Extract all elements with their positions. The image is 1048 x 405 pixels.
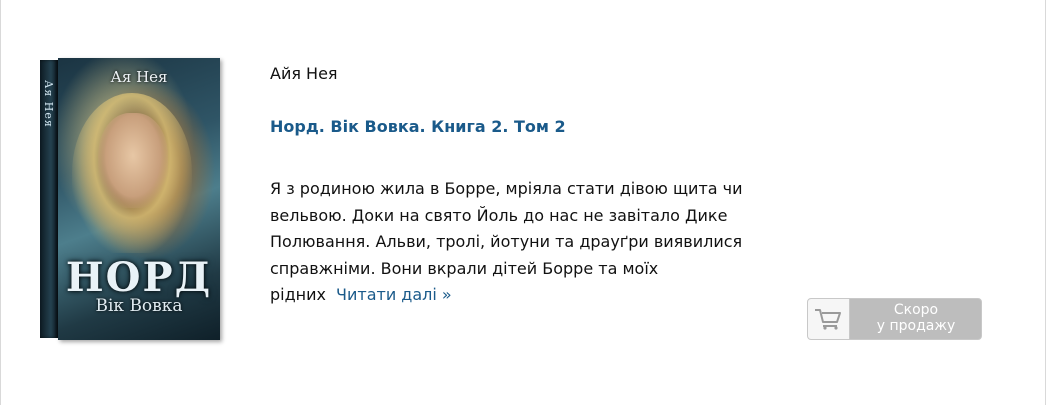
cover-spine-text: Ая Нея — [42, 80, 55, 128]
book-title-link[interactable]: Норд. Вік Вовка. Книга 2. Том 2 — [270, 117, 566, 136]
cart-icon — [808, 299, 850, 339]
read-more-link[interactable]: Читати далі » — [336, 285, 452, 304]
coming-soon-button[interactable]: Скоро у продажу — [807, 298, 982, 340]
cover-front: Ая Нея НОРД Вік Вовка — [58, 58, 220, 340]
cover-face-art — [98, 113, 168, 208]
cover-subtitle-text: Вік Вовка — [95, 296, 183, 316]
coming-soon-label: Скоро у продажу — [850, 302, 981, 334]
cover-author-text: Ая Нея — [110, 68, 168, 86]
book-description: Я з родиною жила в Борре, мріяла стати д… — [270, 176, 770, 309]
coming-soon-line2: у продажу — [876, 318, 956, 334]
coming-soon-line1: Скоро — [893, 302, 939, 318]
cover-title-text: НОРД — [65, 254, 213, 301]
cover-spine: Ая Нея — [40, 60, 58, 338]
book-card: Ая Нея Ая Нея НОРД Вік Вовка Айя Нея Нор… — [0, 0, 1046, 405]
book-author[interactable]: Айя Нея — [270, 64, 338, 83]
book-cover[interactable]: Ая Нея Ая Нея НОРД Вік Вовка — [40, 58, 220, 340]
